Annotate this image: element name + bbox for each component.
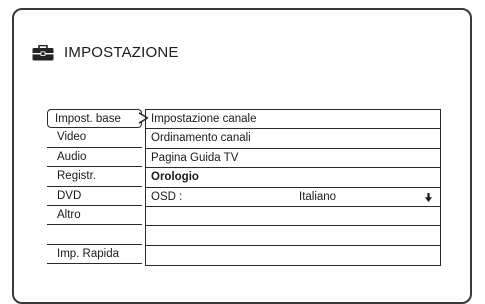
setting-label: OSD : bbox=[151, 190, 183, 203]
menu-item-label: Altro bbox=[57, 208, 81, 221]
menu-item-registr[interactable]: Registr. bbox=[47, 167, 142, 187]
page-header: IMPOSTAZIONE bbox=[32, 44, 179, 61]
menu-item-altro[interactable]: Altro bbox=[47, 206, 142, 226]
setting-row-impostazione-canale[interactable]: Impostazione canale bbox=[146, 110, 440, 130]
menu-item-label: Impost. base bbox=[55, 113, 121, 125]
setting-label: Ordinamento canali bbox=[151, 132, 251, 145]
setting-row-ordinamento-canali[interactable]: Ordinamento canali bbox=[146, 129, 440, 149]
menu-item-video[interactable]: Video bbox=[47, 128, 142, 148]
menu-item-label: Imp. Rapida bbox=[57, 247, 120, 260]
menu-item-empty bbox=[47, 225, 142, 245]
menu-item-imp-rapida[interactable]: Imp. Rapida bbox=[47, 245, 142, 265]
menu-item-audio[interactable]: Audio bbox=[47, 148, 142, 168]
settings-list: Impostazione canale Ordinamento canali P… bbox=[145, 109, 441, 267]
setting-row-empty bbox=[146, 246, 440, 265]
setting-label: Impostazione canale bbox=[151, 113, 257, 125]
menu-item-label: Registr. bbox=[57, 170, 96, 183]
page-title: IMPOSTAZIONE bbox=[64, 44, 179, 61]
menu-item-label: Audio bbox=[57, 150, 87, 163]
setting-row-empty bbox=[146, 226, 440, 246]
menu-item-dvd[interactable]: DVD bbox=[47, 187, 142, 206]
setting-row-pagina-guida-tv[interactable]: Pagina Guida TV bbox=[146, 149, 440, 169]
setting-row-orologio[interactable]: Orologio bbox=[146, 168, 440, 188]
setting-row-empty bbox=[146, 207, 440, 227]
menu-item-impost-base[interactable]: Impost. base bbox=[47, 109, 149, 129]
arrow-down-icon bbox=[425, 192, 432, 202]
setting-label: Orologio bbox=[151, 171, 199, 184]
setting-label: Pagina Guida TV bbox=[151, 151, 239, 164]
setting-row-osd[interactable]: OSD : Italiano bbox=[146, 188, 440, 207]
toolbox-icon bbox=[32, 44, 54, 60]
osd-language-value: Italiano bbox=[299, 190, 337, 203]
menu-item-label: DVD bbox=[57, 189, 82, 202]
menu-item-label: Video bbox=[57, 131, 87, 144]
category-menu: Impost. base Video Audio Registr. DVD Al… bbox=[47, 109, 149, 265]
